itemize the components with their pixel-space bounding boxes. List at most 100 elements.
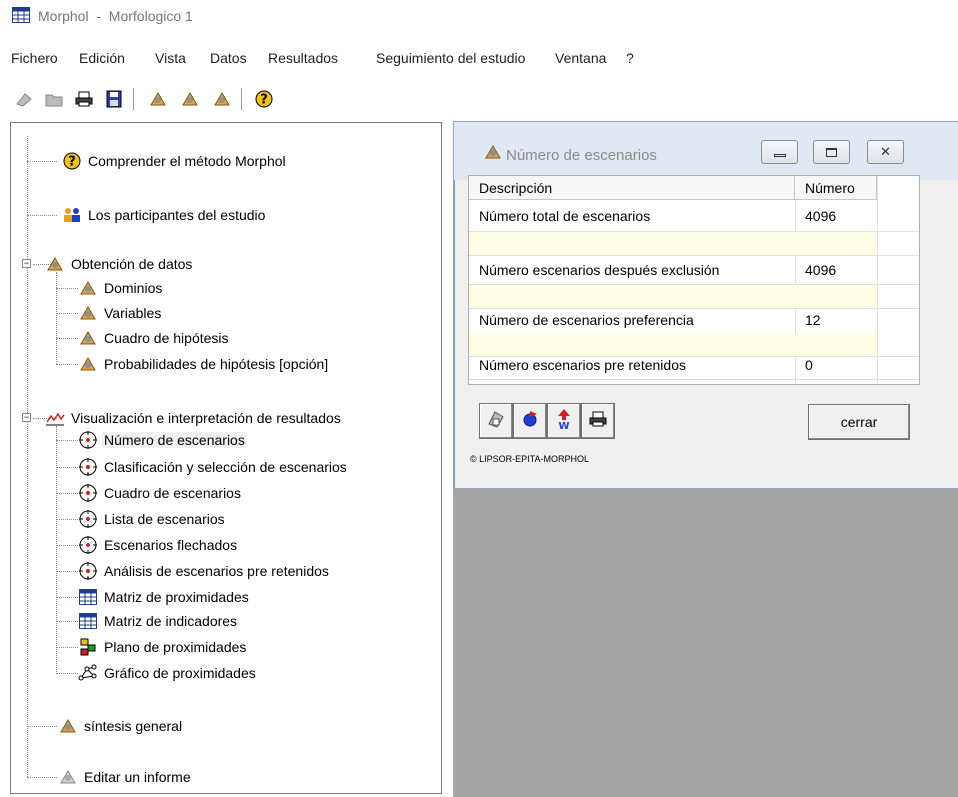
svg-text:?: ?	[260, 93, 268, 108]
people-icon	[62, 206, 82, 224]
tree-item-hypothesis-probabilities[interactable]: Probabilidades de hipótesis [opción]	[78, 354, 330, 374]
tree-item-scenario-table[interactable]: Cuadro de escenarios	[78, 483, 243, 503]
table-row-description[interactable]: Número escenarios pre retenidos	[469, 352, 795, 378]
tree-item-domains[interactable]: Dominios	[78, 278, 164, 298]
refresh-button[interactable]	[513, 403, 547, 439]
maximize-button[interactable]	[813, 140, 850, 164]
data-icon	[78, 279, 98, 297]
refresh-icon	[519, 408, 541, 435]
copyright-text: © LIPSOR-EPITA-MORPHOL	[470, 454, 589, 464]
menu-edicion[interactable]: Edición	[79, 50, 125, 66]
table-row-value[interactable]: 4096	[795, 202, 877, 230]
tree-item-arrowed-scenarios[interactable]: Escenarios flechados	[78, 535, 239, 555]
tree-connector	[56, 571, 78, 572]
data-icon[interactable]	[178, 86, 202, 112]
tree-connector	[56, 272, 57, 364]
tree-item-proximity-plane[interactable]: Plano de proximidades	[78, 637, 248, 657]
copy-button[interactable]	[479, 403, 513, 439]
toolbar-separator	[241, 88, 243, 110]
tree-connector	[27, 215, 57, 216]
target-icon	[78, 484, 98, 502]
help-icon: ?	[62, 152, 82, 170]
menu-help[interactable]: ?	[626, 50, 634, 66]
table-row-value[interactable]: 12	[795, 306, 877, 334]
collapse-toggle[interactable]: −	[22, 259, 31, 268]
data-icon[interactable]	[210, 86, 234, 112]
tree-item-variables[interactable]: Variables	[78, 303, 163, 323]
table-row-value[interactable]: 4096	[795, 256, 877, 284]
svg-text:W: W	[558, 421, 569, 431]
network-graph-icon	[78, 664, 98, 682]
data-icon	[58, 717, 78, 735]
tree-item-classification[interactable]: Clasificación y selección de escenarios	[78, 457, 349, 477]
menu-ventana[interactable]: Ventana	[555, 50, 606, 66]
tree-item-participants[interactable]: Los participantes del estudio	[62, 205, 267, 225]
table-row-value[interactable]: 0	[795, 352, 877, 378]
toolbar-separator	[133, 88, 135, 110]
blocks-icon	[78, 638, 98, 656]
column-header-description[interactable]: Descripción	[469, 176, 795, 200]
tree-item-general-synthesis[interactable]: síntesis general	[58, 716, 184, 736]
tree-connector	[56, 673, 78, 674]
target-icon	[78, 536, 98, 554]
tree-item-scenario-list[interactable]: Lista de escenarios	[78, 509, 227, 529]
close-window-button[interactable]: ✕	[867, 140, 904, 164]
menu-datos[interactable]: Datos	[210, 50, 247, 66]
tree-connector	[27, 726, 57, 727]
tree-connector	[27, 777, 57, 778]
tree-item-pre-retained-analysis[interactable]: Análisis de escenarios pre retenidos	[78, 561, 331, 581]
open-folder-icon[interactable]	[42, 86, 66, 112]
tree-item-indicator-matrix[interactable]: Matriz de indicadores	[78, 611, 239, 631]
close-button[interactable]: cerrar	[808, 404, 910, 440]
export-word-button[interactable]: W	[547, 403, 581, 439]
data-icon	[78, 304, 98, 322]
tree-item-data-collection[interactable]: Obtención de datos	[45, 254, 194, 274]
window-title: Número de escenarios	[506, 147, 657, 164]
tree-connector	[56, 338, 78, 339]
tree-connector	[27, 136, 28, 777]
svg-text:?: ?	[68, 155, 76, 170]
collapse-toggle[interactable]: −	[22, 413, 31, 422]
tree-item-number-of-scenarios[interactable]: Número de escenarios	[78, 430, 247, 450]
data-icon	[484, 144, 502, 165]
line-chart-icon	[45, 409, 65, 427]
grid-line	[469, 379, 919, 380]
menu-seguimiento[interactable]: Seguimiento del estudio	[376, 50, 525, 66]
data-icon	[78, 355, 98, 373]
tree-item-understand-method[interactable]: ? Comprender el método Morphol	[62, 151, 288, 171]
tree-item-proximity-graph[interactable]: Gráfico de proximidades	[78, 663, 258, 683]
tree-connector	[56, 519, 78, 520]
tree-item-edit-report[interactable]: Editar un informe	[58, 767, 193, 787]
table-row-spacer	[469, 232, 877, 255]
column-header-number[interactable]: Número	[795, 176, 877, 200]
table-row-description[interactable]: Número escenarios después exclusión	[469, 256, 795, 284]
target-icon	[78, 562, 98, 580]
table-row-description[interactable]: Número total de escenarios	[469, 202, 795, 230]
new-icon[interactable]	[12, 86, 36, 112]
grid-matrix-icon	[78, 612, 98, 630]
tree-connector	[56, 313, 78, 314]
toolbar: ?	[0, 84, 958, 118]
minimize-button[interactable]	[761, 140, 798, 164]
tree-item-hypothesis-table[interactable]: Cuadro de hipótesis	[78, 328, 231, 348]
print-icon[interactable]	[72, 86, 96, 112]
app-grid-icon	[12, 7, 30, 23]
tree-connector	[56, 545, 78, 546]
tree-connector	[56, 621, 78, 622]
tree-connector	[56, 493, 78, 494]
data-icon[interactable]	[146, 86, 170, 112]
menu-resultados[interactable]: Resultados	[268, 50, 338, 66]
save-disk-icon[interactable]	[102, 86, 126, 112]
data-icon	[45, 255, 65, 273]
menu-vista[interactable]: Vista	[155, 50, 186, 66]
menu-fichero[interactable]: Fichero	[11, 50, 58, 66]
help-icon[interactable]: ?	[252, 86, 276, 112]
tree-item-visualization[interactable]: Visualización e interpretación de result…	[45, 408, 343, 428]
data-icon	[78, 329, 98, 347]
tree-connector	[56, 467, 78, 468]
tree-connector	[56, 364, 78, 365]
tree-item-proximity-matrix[interactable]: Matriz de proximidades	[78, 587, 251, 607]
table-row-description[interactable]: Número de escenarios preferencia	[469, 306, 795, 334]
print-button[interactable]	[581, 403, 615, 439]
target-icon	[78, 510, 98, 528]
